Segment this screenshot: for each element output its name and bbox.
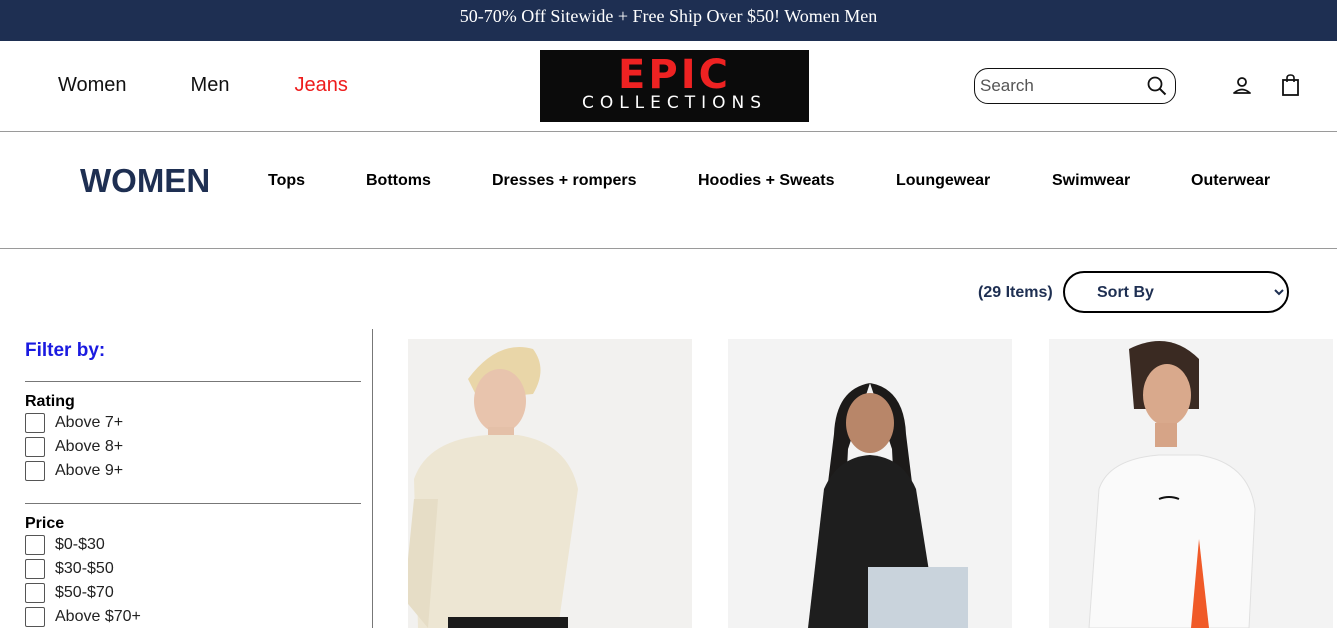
checkbox[interactable] bbox=[25, 583, 45, 603]
category-link-bottoms[interactable]: Bottoms bbox=[366, 172, 431, 190]
checkbox[interactable] bbox=[25, 461, 45, 481]
site-logo[interactable]: EPIC COLLECTIONS bbox=[540, 50, 809, 122]
option-label: $50-$70 bbox=[55, 584, 114, 601]
option-label: Above 8+ bbox=[55, 438, 124, 455]
product-card-2[interactable] bbox=[728, 339, 1012, 628]
category-link-hoodies-sweats[interactable]: Hoodies + Sweats bbox=[698, 172, 835, 190]
search-icon[interactable] bbox=[1147, 76, 1167, 96]
rating-option-7[interactable]: Above 7+ bbox=[25, 413, 123, 433]
product-card-1[interactable] bbox=[408, 339, 692, 628]
price-option-above-70[interactable]: Above $70+ bbox=[25, 607, 141, 627]
filter-title: Filter by: bbox=[25, 340, 106, 361]
option-label: Above 7+ bbox=[55, 414, 124, 431]
search-input[interactable] bbox=[980, 74, 1140, 98]
rating-option-8[interactable]: Above 8+ bbox=[25, 437, 123, 457]
rating-option-9[interactable]: Above 9+ bbox=[25, 461, 123, 481]
section-title: WOMEN bbox=[80, 162, 211, 199]
search-box bbox=[974, 68, 1176, 104]
category-link-loungewear[interactable]: Loungewear bbox=[896, 172, 990, 190]
user-icon[interactable] bbox=[1231, 75, 1253, 97]
price-option-50-70[interactable]: $50-$70 bbox=[25, 583, 114, 603]
promo-text: 50-70% Off Sitewide + Free Ship Over $50… bbox=[459, 6, 878, 26]
main-nav: Women Men Jeans bbox=[58, 74, 348, 97]
option-label: $30-$50 bbox=[55, 560, 114, 577]
category-link-swimwear[interactable]: Swimwear bbox=[1052, 172, 1130, 190]
price-option-30-50[interactable]: $30-$50 bbox=[25, 559, 114, 579]
results-toolbar: (29 Items) Sort By bbox=[0, 249, 1337, 329]
nav-link-women[interactable]: Women bbox=[58, 74, 127, 97]
divider bbox=[25, 503, 361, 504]
option-label: Above $70+ bbox=[55, 608, 141, 625]
logo-text-collections: COLLECTIONS bbox=[581, 93, 768, 113]
checkbox[interactable] bbox=[25, 535, 45, 555]
checkbox[interactable] bbox=[25, 607, 45, 627]
option-label: Above 9+ bbox=[55, 462, 124, 479]
sort-select[interactable]: Sort By bbox=[1063, 271, 1289, 313]
option-label: $0-$30 bbox=[55, 536, 105, 553]
product-image-black-top bbox=[728, 339, 1012, 628]
price-option-0-30[interactable]: $0-$30 bbox=[25, 535, 105, 555]
checkbox[interactable] bbox=[25, 437, 45, 457]
checkbox[interactable] bbox=[25, 413, 45, 433]
filter-sidebar: Filter by: Rating Above 7+ Above 8+ Abov… bbox=[0, 329, 373, 628]
product-image-white-tank bbox=[1049, 339, 1333, 628]
shopping-bag-icon[interactable] bbox=[1280, 73, 1302, 97]
category-link-outerwear[interactable]: Outerwear bbox=[1191, 172, 1270, 190]
rating-filter-title: Rating bbox=[25, 393, 75, 410]
site-header: Women Men Jeans EPIC COLLECTIONS bbox=[0, 41, 1337, 132]
nav-link-jeans[interactable]: Jeans bbox=[294, 74, 347, 97]
items-count: (29 Items) bbox=[978, 284, 1053, 301]
logo-text-epic: EPIC bbox=[618, 52, 731, 98]
category-link-tops[interactable]: Tops bbox=[268, 172, 305, 190]
checkbox[interactable] bbox=[25, 559, 45, 579]
price-filter-title: Price bbox=[25, 515, 65, 532]
promo-banner: 50-70% Off Sitewide + Free Ship Over $50… bbox=[0, 0, 1337, 41]
category-link-dresses-rompers[interactable]: Dresses + rompers bbox=[492, 172, 637, 190]
product-card-3[interactable] bbox=[1049, 339, 1333, 628]
category-nav: WOMEN Tops Bottoms Dresses + rompers Hoo… bbox=[0, 132, 1337, 249]
product-image-cream-top bbox=[408, 339, 692, 628]
divider bbox=[25, 381, 361, 382]
nav-link-men[interactable]: Men bbox=[191, 74, 230, 97]
